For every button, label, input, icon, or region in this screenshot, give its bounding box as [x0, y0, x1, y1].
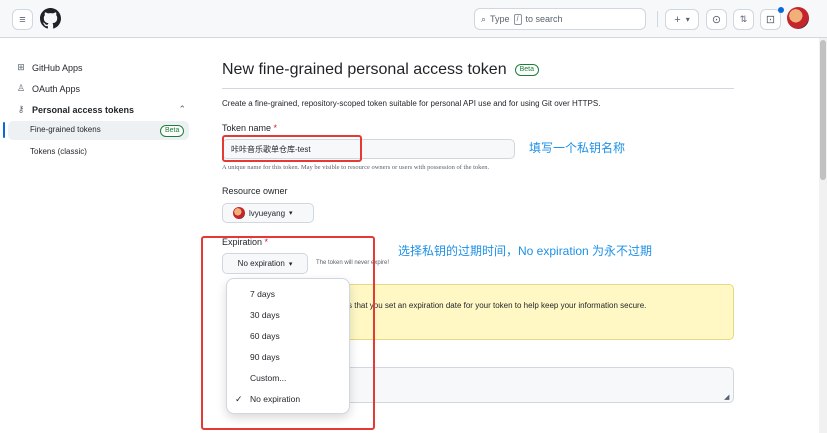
warning-text: s that you set an expiration date for yo…	[348, 301, 647, 310]
create-new-button[interactable]: + ▾	[665, 9, 699, 30]
sidebar-item-github-apps[interactable]: ⊞ GitHub Apps	[16, 62, 82, 73]
scrollbar-thumb[interactable]	[820, 40, 826, 180]
top-header	[0, 0, 827, 38]
token-name-hint: A unique name for this token. May be vis…	[222, 164, 490, 171]
key-icon: ⚷	[17, 104, 25, 114]
pull-request-icon: ⇅	[739, 14, 748, 24]
resize-handle-icon[interactable]: ◢	[724, 393, 729, 401]
caret-down-icon: ▾	[289, 210, 293, 217]
search-input[interactable]: ⌕ Type / to search	[474, 8, 646, 30]
resource-owner-select[interactable]: lvyueyang ▾	[222, 203, 314, 223]
title-beta-badge: Beta	[514, 64, 540, 76]
user-avatar[interactable]	[787, 7, 809, 29]
sidebar-item-oauth-apps[interactable]: ♙ OAuth Apps	[16, 83, 80, 94]
search-icon: ⌕	[481, 13, 487, 24]
search-shortcut-key: /	[513, 13, 522, 25]
notification-dot	[778, 7, 784, 13]
sidebar-item-personal-access-tokens[interactable]: ⚷ Personal access tokens ⌃	[16, 104, 186, 115]
chevron-up-icon: ⌃	[178, 104, 186, 114]
annotation-box-expiration	[201, 236, 375, 430]
page-description: Create a fine-grained, repository-scoped…	[222, 99, 601, 108]
page-title: New fine-grained personal access token B…	[222, 61, 540, 79]
hamburger-icon: ≡	[19, 13, 26, 26]
issues-button[interactable]: ⊙	[706, 9, 727, 30]
pull-requests-button[interactable]: ⇅	[733, 9, 754, 30]
token-name-label: Token name *	[222, 123, 278, 133]
active-indicator	[3, 122, 5, 138]
apps-grid-icon: ⊞	[17, 62, 25, 72]
inbox-icon: ⊡	[765, 14, 776, 26]
owner-avatar	[233, 207, 245, 219]
annotation-expiration: 选择私钥的过期时间，No expiration 为永不过期	[398, 244, 653, 258]
annotation-box-token-name	[222, 135, 362, 162]
annotation-token-name: 填写一个私钥名称	[529, 141, 626, 155]
person-icon: ♙	[16, 83, 26, 93]
menu-button[interactable]: ≡	[12, 9, 33, 30]
beta-badge: Beta	[160, 125, 185, 137]
inbox-button[interactable]: ⊡	[760, 9, 781, 30]
header-divider	[657, 11, 658, 27]
github-logo-icon[interactable]	[40, 8, 61, 29]
issue-circle-icon: ⊙	[711, 14, 722, 26]
sidebar-item-tokens-classic[interactable]: Tokens (classic)	[30, 147, 87, 156]
resource-owner-label: Resource owner	[222, 186, 288, 196]
title-divider	[222, 88, 734, 89]
sidebar-item-label: Fine-grained tokens	[30, 125, 101, 134]
description-textarea[interactable]	[322, 367, 734, 403]
